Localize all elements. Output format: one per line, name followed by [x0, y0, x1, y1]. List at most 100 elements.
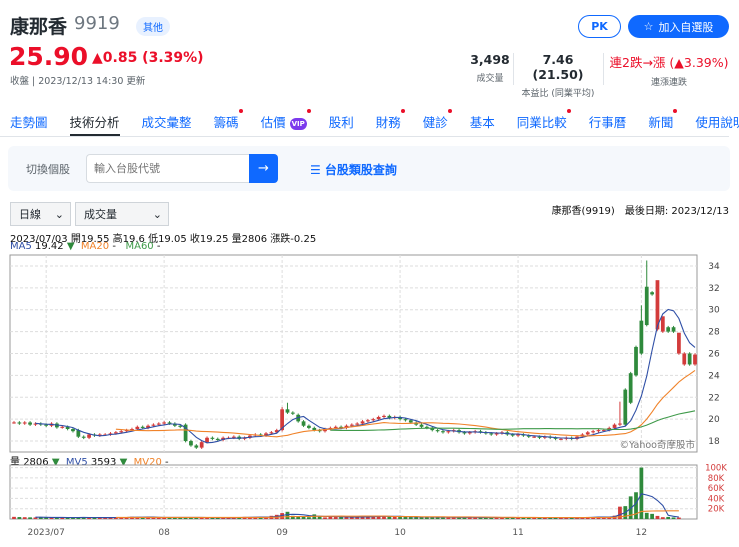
price-tick-label: 22	[708, 393, 719, 403]
month-label: 09	[276, 528, 288, 538]
volume-bar	[666, 516, 671, 519]
candle	[210, 437, 215, 439]
candle	[162, 422, 167, 424]
candle	[285, 409, 290, 413]
month-label: 08	[158, 528, 170, 538]
candle	[333, 426, 338, 428]
volume-bar	[677, 517, 681, 519]
price-tick-label: 30	[708, 306, 720, 316]
price-tick-label: 26	[708, 350, 720, 360]
candle	[408, 420, 413, 423]
candle	[671, 327, 676, 332]
candle	[634, 346, 638, 376]
candle	[462, 432, 467, 434]
price-tick-label: 28	[708, 328, 720, 338]
candle	[435, 430, 440, 432]
candle	[403, 419, 408, 421]
candle	[660, 316, 665, 332]
candle	[693, 354, 697, 365]
candle	[419, 424, 424, 427]
month-label: 12	[636, 528, 647, 538]
volume-bar	[650, 513, 654, 519]
candle	[382, 415, 386, 417]
price-plot-area	[9, 254, 698, 453]
volume-bar	[655, 515, 660, 519]
volume-bar	[441, 517, 445, 519]
candle	[376, 416, 381, 420]
candle	[489, 433, 494, 435]
candle	[371, 419, 376, 421]
price-tick-label: 24	[708, 371, 720, 381]
candle	[81, 436, 86, 438]
candle	[349, 424, 354, 426]
candle	[215, 438, 220, 440]
candle	[628, 373, 633, 403]
candle	[585, 432, 590, 435]
candle	[677, 332, 681, 354]
volume-bar	[403, 516, 408, 519]
volume-bar	[671, 517, 676, 519]
candle	[360, 421, 365, 424]
volume-bar	[333, 517, 338, 519]
volume-bar	[12, 516, 16, 519]
candle	[666, 327, 671, 332]
month-label: 10	[394, 528, 406, 538]
candle	[231, 436, 236, 438]
candle	[114, 432, 118, 434]
candle	[151, 424, 156, 426]
candle	[355, 423, 360, 425]
candle	[135, 426, 140, 430]
candle	[467, 432, 472, 434]
volume-bar	[660, 517, 665, 519]
candle	[446, 431, 451, 433]
volume-bar	[408, 517, 413, 519]
volume-bar	[307, 517, 311, 519]
volume-bar	[28, 517, 32, 519]
candle	[591, 431, 595, 433]
candle	[17, 422, 22, 424]
candle	[140, 426, 145, 428]
volume-plot-area	[9, 464, 698, 520]
candle	[650, 292, 654, 295]
candle	[644, 286, 649, 326]
candle	[612, 424, 617, 428]
candle	[307, 425, 311, 428]
candle	[312, 427, 317, 431]
candle	[205, 437, 209, 443]
watermark: ©Yahoo奇摩股市	[620, 439, 696, 451]
price-tick-label: 32	[708, 284, 719, 294]
volume-bar	[344, 517, 349, 519]
volume-tick-label: 80K	[708, 474, 725, 484]
candle	[12, 422, 16, 424]
candle	[269, 432, 274, 434]
candle	[28, 422, 32, 425]
volume-bar	[634, 492, 638, 519]
volume-bar	[22, 517, 27, 519]
volume-bar	[387, 516, 392, 519]
candle	[441, 431, 445, 433]
candle	[156, 423, 161, 425]
volume-bar	[285, 511, 290, 519]
candle	[199, 442, 204, 448]
candle	[623, 389, 628, 425]
volume-tick-label: 20K	[708, 505, 725, 515]
candle	[366, 420, 370, 422]
candle	[22, 422, 27, 424]
volume-bar	[328, 516, 333, 519]
candle	[71, 429, 75, 432]
candle	[194, 445, 199, 448]
volume-bar	[349, 517, 354, 519]
volume-tick-label: 100K	[705, 464, 727, 474]
candle	[687, 353, 692, 365]
volume-tick-label: 60K	[708, 484, 725, 494]
stock-chart[interactable]: 18 20 22 24 26 28 30 32 34 20K40K60K80K100K 2023/0…	[0, 0, 739, 547]
volume-tick-label: 40K	[708, 494, 725, 504]
volume-bar	[419, 517, 424, 519]
volume-bar	[301, 516, 306, 519]
candle	[510, 434, 515, 436]
candle	[618, 423, 622, 425]
candle	[119, 431, 124, 433]
price-tick-label: 18	[708, 437, 720, 447]
candle	[60, 426, 65, 428]
month-label: 11	[512, 528, 523, 538]
